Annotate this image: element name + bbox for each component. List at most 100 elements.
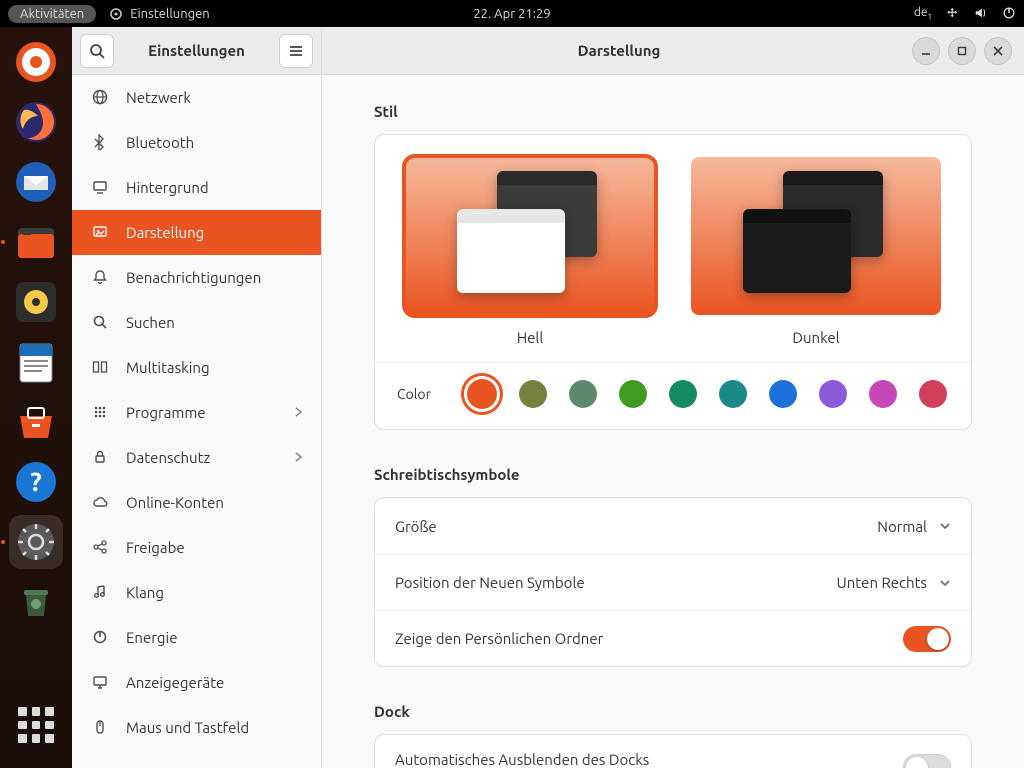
sidebar-item-display2[interactable]: Anzeigegeräte — [72, 660, 321, 705]
sidebar-item-music[interactable]: Klang — [72, 570, 321, 615]
music-icon — [90, 584, 110, 600]
sidebar-header: Einstellungen — [72, 27, 321, 75]
color-swatch[interactable] — [569, 380, 597, 408]
keyboard-layout[interactable]: de1 — [914, 6, 932, 21]
sidebar-item-label: Programme — [126, 404, 206, 421]
gnome-topbar: Aktivitäten Einstellungen 22. Apr 21:29 … — [0, 0, 1024, 27]
dock-app-writer[interactable] — [9, 335, 63, 389]
dock: ? — [0, 27, 72, 768]
sidebar-item-globe[interactable]: Netzwerk — [72, 75, 321, 120]
sidebar-item-share[interactable]: Freigabe — [72, 525, 321, 570]
section-title-desktop-icons: Schreibtischsymbole — [374, 466, 972, 483]
sidebar-item-apps[interactable]: Programme — [72, 390, 321, 435]
cloud-icon — [90, 494, 110, 510]
apps-icon — [90, 404, 110, 420]
sidebar-item-power[interactable]: Energie — [72, 615, 321, 660]
gear-icon — [108, 6, 124, 22]
dock-app-trash[interactable] — [9, 575, 63, 629]
globe-icon — [90, 89, 110, 105]
dock-app-firefox[interactable] — [9, 95, 63, 149]
color-row: Color — [375, 362, 971, 429]
style-option-dark[interactable]: Dunkel — [691, 157, 941, 352]
dock-app-thunderbird[interactable] — [9, 155, 63, 209]
system-tray: de1 — [914, 6, 1016, 21]
bluetooth-icon — [90, 134, 110, 150]
network-icon[interactable] — [946, 6, 960, 20]
dock-apps-button[interactable] — [9, 698, 63, 752]
row-icon-size[interactable]: Größe Normal — [375, 498, 971, 554]
minimize-button[interactable] — [912, 37, 940, 65]
clock[interactable]: 22. Apr 21:29 — [473, 7, 550, 21]
sidebar-item-multitask[interactable]: Multitasking — [72, 345, 321, 390]
color-swatch[interactable] — [869, 380, 897, 408]
power-icon — [90, 629, 110, 645]
main-pane: Darstellung Stil Hell — [322, 27, 1024, 768]
share-icon — [90, 539, 110, 555]
sidebar-item-search[interactable]: Suchen — [72, 300, 321, 345]
sidebar-item-mouse[interactable]: Maus und Tastfeld — [72, 705, 321, 750]
sidebar-item-lock[interactable]: Datenschutz — [72, 435, 321, 480]
row-icon-position[interactable]: Position der Neuen Symbole Unten Rechts — [375, 554, 971, 610]
power-icon[interactable] — [1002, 6, 1016, 20]
sidebar-item-bell[interactable]: Benachrichtigungen — [72, 255, 321, 300]
color-swatch[interactable] — [919, 380, 947, 408]
sidebar-item-label: Datenschutz — [126, 449, 210, 466]
activities-button[interactable]: Aktivitäten — [8, 5, 96, 23]
chevron-right-icon — [293, 407, 303, 417]
color-swatch[interactable] — [467, 379, 497, 409]
switch-personal-folder[interactable] — [903, 626, 951, 652]
sidebar-item-label: Suchen — [126, 314, 175, 331]
row-personal-folder: Zeige den Persönlichen Ordner — [375, 610, 971, 666]
dock-app-update[interactable] — [9, 35, 63, 89]
svg-text:?: ? — [30, 467, 41, 496]
sidebar-item-label: Klang — [126, 584, 164, 601]
chevron-down-icon — [939, 520, 951, 532]
sidebar-item-label: Energie — [126, 629, 177, 646]
color-swatch[interactable] — [719, 380, 747, 408]
display2-icon — [90, 674, 110, 690]
hamburger-icon — [288, 43, 304, 59]
color-swatch[interactable] — [819, 380, 847, 408]
dock-app-help[interactable]: ? — [9, 455, 63, 509]
sidebar-item-label: Maus und Tastfeld — [126, 719, 249, 736]
search-icon — [89, 43, 105, 59]
dock-app-software[interactable] — [9, 395, 63, 449]
sidebar-item-label: Benachrichtigungen — [126, 269, 261, 286]
dock-app-rhythmbox[interactable] — [9, 275, 63, 329]
color-swatch[interactable] — [519, 380, 547, 408]
close-icon — [993, 46, 1003, 56]
bell-icon — [90, 269, 110, 285]
page-title: Darstellung — [334, 42, 904, 59]
sidebar-item-label: Freigabe — [126, 539, 185, 556]
color-swatch[interactable] — [669, 380, 697, 408]
dock-card: Automatisches Ausblenden des Docks Das D… — [374, 734, 972, 768]
sidebar-item-label: Bluetooth — [126, 134, 194, 151]
sidebar-item-display[interactable]: Hintergrund — [72, 165, 321, 210]
sidebar-item-appearance[interactable]: Darstellung — [72, 210, 321, 255]
close-button[interactable] — [984, 37, 1012, 65]
search-button[interactable] — [80, 34, 114, 68]
dock-app-settings[interactable] — [9, 515, 63, 569]
color-swatch[interactable] — [619, 380, 647, 408]
dock-app-files[interactable] — [9, 215, 63, 269]
style-option-light[interactable]: Hell — [405, 157, 655, 352]
app-menu[interactable]: Einstellungen — [108, 6, 210, 22]
color-swatch[interactable] — [769, 380, 797, 408]
maximize-button[interactable] — [948, 37, 976, 65]
settings-window: Einstellungen Netzwerk Bluetooth Hintergru… — [72, 27, 1024, 768]
switch-dock-autohide[interactable] — [903, 754, 951, 768]
section-title-style: Stil — [374, 103, 972, 120]
color-label: Color — [397, 386, 431, 402]
chevron-right-icon — [293, 452, 303, 462]
hamburger-button[interactable] — [279, 34, 313, 68]
multitask-icon — [90, 359, 110, 375]
main-header: Darstellung — [322, 27, 1024, 75]
style-label-dark: Dunkel — [691, 329, 941, 352]
volume-icon[interactable] — [974, 6, 988, 20]
sidebar-item-label: Hintergrund — [126, 179, 209, 196]
sidebar-item-bluetooth[interactable]: Bluetooth — [72, 120, 321, 165]
sidebar-item-label: Darstellung — [126, 224, 204, 241]
sidebar-item-cloud[interactable]: Online-Konten — [72, 480, 321, 525]
section-title-dock: Dock — [374, 703, 972, 720]
sidebar-title: Einstellungen — [122, 42, 271, 59]
